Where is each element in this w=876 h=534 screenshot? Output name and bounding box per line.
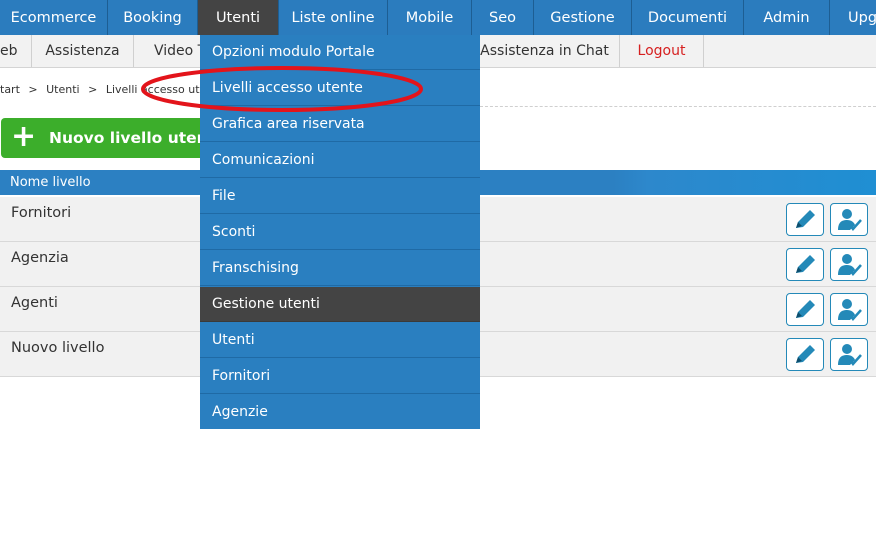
edit-button[interactable]: [786, 293, 824, 326]
menu-item-livelli-accesso-utente[interactable]: Livelli accesso utente: [200, 71, 480, 106]
edit-button[interactable]: [786, 338, 824, 371]
top-navigation-bar: Ecommerce Booking Utenti Liste online Mo…: [0, 0, 876, 35]
subnav-item-web[interactable]: eb: [0, 35, 32, 67]
subnav-item-assistenza-chat[interactable]: Assistenza in Chat: [470, 35, 620, 67]
topnav-item-ecommerce[interactable]: Ecommerce: [0, 0, 108, 35]
edit-button[interactable]: [786, 203, 824, 236]
column-header-name: Nome livello: [10, 175, 91, 190]
subnav-item-logout[interactable]: Logout: [620, 35, 704, 67]
menu-item-fornitori[interactable]: Fornitori: [200, 359, 480, 394]
breadcrumb: tart > Utenti > Livelli accesso utente: [0, 83, 224, 99]
menu-item-utenti[interactable]: Utenti: [200, 323, 480, 358]
user-check-icon: [838, 209, 862, 231]
user-check-icon: [838, 344, 862, 366]
edit-pencil-icon: [796, 255, 815, 273]
menu-item-file[interactable]: File: [200, 179, 480, 214]
topnav-item-documenti[interactable]: Documenti: [632, 0, 744, 35]
edit-pencil-icon: [796, 345, 815, 363]
menu-item-gestione-utenti[interactable]: Gestione utenti: [200, 287, 480, 322]
plus-icon: +: [11, 119, 37, 154]
menu-item-comunicazioni[interactable]: Comunicazioni: [200, 143, 480, 178]
breadcrumb-item-start[interactable]: tart: [0, 83, 20, 96]
user-check-icon: [838, 299, 862, 321]
permissions-button[interactable]: [830, 203, 868, 236]
permissions-button[interactable]: [830, 338, 868, 371]
level-name: Fornitori: [11, 205, 72, 221]
edit-button[interactable]: [786, 248, 824, 281]
topnav-item-liste-online[interactable]: Liste online: [279, 0, 388, 35]
user-check-icon: [838, 254, 862, 276]
dotted-divider: [480, 106, 876, 107]
new-user-level-button[interactable]: + Nuovo livello utente: [1, 118, 211, 158]
edit-pencil-icon: [796, 300, 815, 318]
menu-item-sconti[interactable]: Sconti: [200, 215, 480, 250]
topnav-item-booking[interactable]: Booking: [108, 0, 198, 35]
topnav-item-gestione[interactable]: Gestione: [534, 0, 632, 35]
edit-pencil-icon: [796, 210, 815, 228]
topnav-item-seo[interactable]: Seo: [472, 0, 534, 35]
level-name: Agenzia: [11, 250, 69, 266]
topnav-item-mobile[interactable]: Mobile: [388, 0, 472, 35]
menu-item-grafica-area-riservata[interactable]: Grafica area riservata: [200, 107, 480, 142]
menu-item-opzioni-modulo-portale[interactable]: Opzioni modulo Portale: [200, 35, 480, 70]
permissions-button[interactable]: [830, 293, 868, 326]
breadcrumb-separator: >: [88, 83, 98, 96]
topnav-item-upgrade[interactable]: Upg: [830, 0, 876, 35]
menu-item-franschising[interactable]: Franschising: [200, 251, 480, 286]
subnav-item-assistenza[interactable]: Assistenza: [32, 35, 134, 67]
level-name: Agenti: [11, 295, 58, 311]
breadcrumb-item-utenti[interactable]: Utenti: [46, 83, 79, 96]
permissions-button[interactable]: [830, 248, 868, 281]
level-name: Nuovo livello: [11, 340, 105, 356]
menu-item-agenzie[interactable]: Agenzie: [200, 395, 480, 430]
topnav-item-admin[interactable]: Admin: [744, 0, 830, 35]
new-user-level-label: Nuovo livello utente: [49, 129, 211, 147]
topnav-item-utenti[interactable]: Utenti: [198, 0, 279, 35]
utenti-dropdown-menu: Opzioni modulo Portale Livelli accesso u…: [200, 35, 480, 429]
breadcrumb-separator: >: [28, 83, 38, 96]
